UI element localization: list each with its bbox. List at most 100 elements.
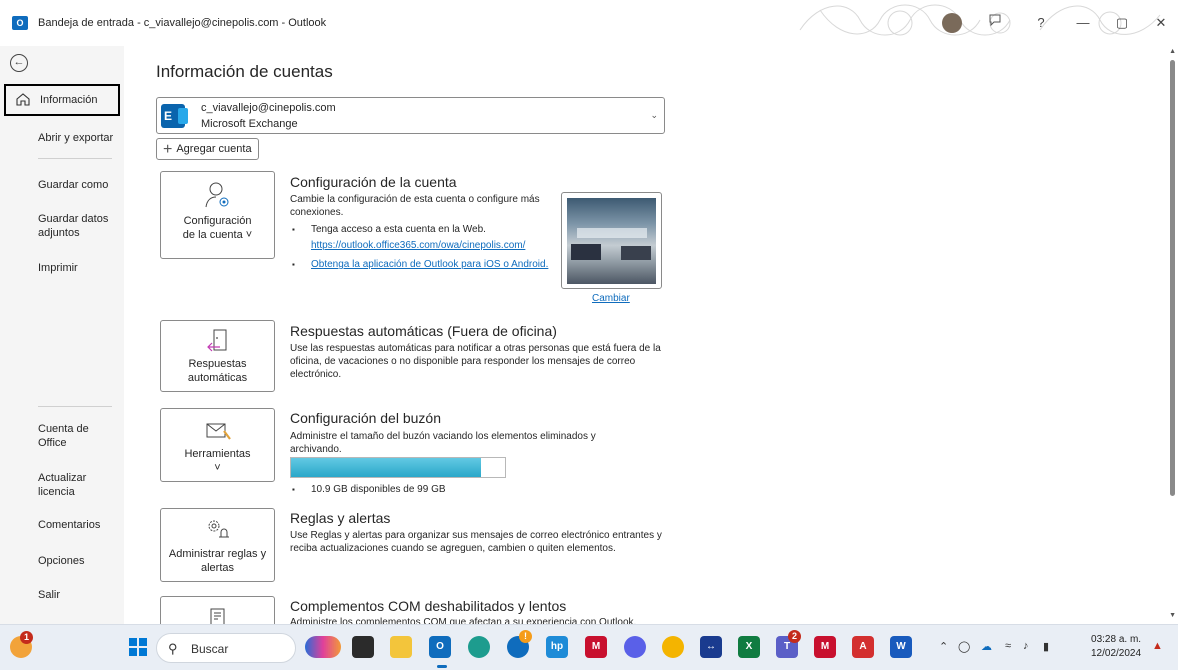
home-icon [16, 93, 30, 106]
close-button[interactable]: ✕ [1150, 12, 1172, 34]
scroll-down-icon[interactable]: ▼ [1169, 612, 1176, 619]
tile-label: Administrar reglas y [168, 548, 267, 560]
nav-item-informacion[interactable]: Información [4, 84, 120, 116]
feedback-icon[interactable] [984, 12, 1006, 34]
plus-icon: + [163, 141, 173, 158]
search-placeholder: Buscar [191, 642, 229, 656]
mobile-app-link[interactable]: Obtenga la aplicación de Outlook para iO… [294, 258, 569, 271]
chrome-icon[interactable] [662, 636, 684, 658]
onedrive-icon[interactable]: ☁ [981, 640, 992, 653]
tile-label: ˅ [214, 462, 221, 474]
tile-label: alertas [200, 562, 235, 574]
edge-icon[interactable] [468, 636, 490, 658]
minimize-button[interactable]: — [1072, 12, 1094, 34]
mailbox-usage-bar [290, 457, 506, 478]
account-settings-button[interactable]: Configuración de la cuenta ˅ [160, 171, 275, 259]
owa-link[interactable]: https://outlook.office365.com/owa/cinepo… [294, 239, 564, 252]
acrobat-icon[interactable]: A [852, 636, 874, 658]
account-type: Microsoft Exchange [201, 118, 298, 130]
section-title: Reglas y alertas [290, 510, 391, 526]
tips-badge: ! [519, 630, 532, 643]
taskbar: 1 ⚲ Buscar O ! hp M ↔ X T 2 M A W ⌃ ◯ ☁ … [0, 624, 1178, 670]
door-arrow-icon [206, 329, 226, 352]
wifi-icon[interactable]: ≈ [1005, 640, 1011, 652]
account-email: c_viavallejo@cinepolis.com [201, 102, 336, 114]
nav-item-label: Información [40, 94, 98, 106]
scroll-up-icon[interactable]: ▲ [1169, 48, 1176, 55]
nav-item-salir[interactable]: Salir [38, 588, 60, 602]
section-title: Configuración de la cuenta [290, 174, 457, 190]
account-selector[interactable]: E c_viavallejo@cinepolis.com Microsoft E… [156, 97, 665, 134]
nav-separator [38, 406, 112, 407]
tile-label: Respuestas [188, 358, 247, 370]
section-title: Complementos COM deshabilitados y lentos [290, 598, 567, 614]
gear-bell-icon [208, 520, 229, 538]
tile-label: automáticas [187, 372, 248, 384]
clock-date: 12/02/2024 [1091, 648, 1142, 659]
nav-item-opciones[interactable]: Opciones [38, 554, 84, 568]
mailbox-tools-button[interactable]: Herramientas ˅ [160, 408, 275, 482]
mailbox-cleanup-icon [206, 423, 231, 440]
nav-item-imprimir[interactable]: Imprimir [38, 261, 78, 275]
teams-badge: 2 [788, 630, 801, 643]
com-addins-button[interactable] [160, 596, 275, 624]
window-title: Bandeja de entrada - c_viavallejo@cinepo… [38, 17, 327, 29]
nav-item-guardar-como[interactable]: Guardar como [38, 178, 108, 192]
manage-rules-button[interactable]: Administrar reglas y alertas [160, 508, 275, 582]
backstage-nav: ← Información Abrir y exportar Guardar c… [0, 46, 124, 624]
chevron-down-icon: ⌄ [650, 110, 658, 120]
copilot-app-icon[interactable] [624, 636, 646, 658]
automatic-replies-button[interactable]: Respuestas automáticas [160, 320, 275, 392]
change-photo-link[interactable]: Cambiar [592, 293, 630, 304]
page-title: Información de cuentas [156, 62, 333, 81]
account-photo [561, 192, 662, 289]
teamviewer-icon[interactable]: ↔ [700, 636, 722, 658]
hp-app-icon[interactable]: hp [546, 636, 568, 658]
show-hidden-icons[interactable]: ⌃ [939, 640, 948, 653]
word-icon[interactable]: W [890, 636, 912, 658]
tile-label: de la cuenta ˅ [182, 229, 253, 241]
section-description: Use Reglas y alertas para organizar sus … [290, 530, 662, 554]
search-icon: ⚲ [168, 641, 178, 656]
storage-bullet: 10.9 GB disponibles de 99 GB [292, 483, 534, 496]
battery-icon[interactable]: ▮ [1043, 640, 1049, 653]
back-arrow-icon[interactable]: ← [10, 54, 28, 72]
copilot-tray-icon[interactable]: ◯ [958, 640, 970, 653]
clock-time: 03:28 a. m. [1091, 634, 1142, 645]
mcafee-security-icon[interactable]: M [814, 636, 836, 658]
notification-bell-icon[interactable]: ▲ [1152, 640, 1163, 652]
help-icon[interactable]: ? [1030, 12, 1052, 34]
copilot-icon[interactable] [305, 636, 341, 658]
vertical-scrollbar[interactable]: ▲ ▼ [1166, 46, 1178, 624]
start-button[interactable] [129, 638, 147, 656]
mcafee-icon[interactable]: M [585, 636, 607, 658]
section-description: Use las respuestas automáticas para noti… [290, 343, 661, 380]
account-info-panel: Información de cuentas E c_viavallejo@ci… [124, 46, 1166, 624]
storage-text: 10.9 GB disponibles de 99 GB [311, 484, 446, 495]
nav-item-cuenta-office[interactable]: Cuenta de Office [38, 422, 98, 450]
outlook-taskbar-icon[interactable]: O [429, 636, 451, 658]
weather-badge: 1 [20, 631, 33, 644]
scrollbar-thumb[interactable] [1170, 60, 1175, 496]
volume-icon[interactable]: ♪ [1023, 640, 1029, 652]
file-explorer-icon[interactable] [390, 636, 412, 658]
nav-item-actualizar-licencia[interactable]: Actualizar licencia [38, 471, 98, 499]
add-account-label: Agregar cuenta [176, 143, 252, 155]
restore-button[interactable]: ▢ [1111, 12, 1133, 34]
nav-item-guardar-adjuntos[interactable]: Guardar datos adjuntos [38, 212, 118, 240]
system-clock[interactable]: 03:28 a. m. 12/02/2024 [1091, 633, 1141, 661]
task-view-icon[interactable] [352, 636, 374, 658]
profile-avatar[interactable] [942, 13, 962, 33]
mailbox-usage-fill [291, 458, 482, 477]
section-description: Administre el tamaño del buzón vaciando … [290, 431, 596, 455]
exchange-icon: E [161, 104, 188, 128]
nav-item-abrir-exportar[interactable]: Abrir y exportar [38, 131, 113, 145]
section-description: Administre los complementos COM que afec… [290, 617, 637, 624]
add-account-button[interactable]: + Agregar cuenta [156, 138, 259, 160]
tile-label: Configuración [183, 215, 252, 227]
taskbar-search[interactable]: ⚲ Buscar [156, 633, 296, 663]
nav-item-comentarios[interactable]: Comentarios [38, 518, 100, 532]
bullet-text: Tenga acceso a esta cuenta en la Web. [311, 224, 486, 235]
tile-label: Herramientas [184, 448, 251, 460]
excel-icon[interactable]: X [738, 636, 760, 658]
